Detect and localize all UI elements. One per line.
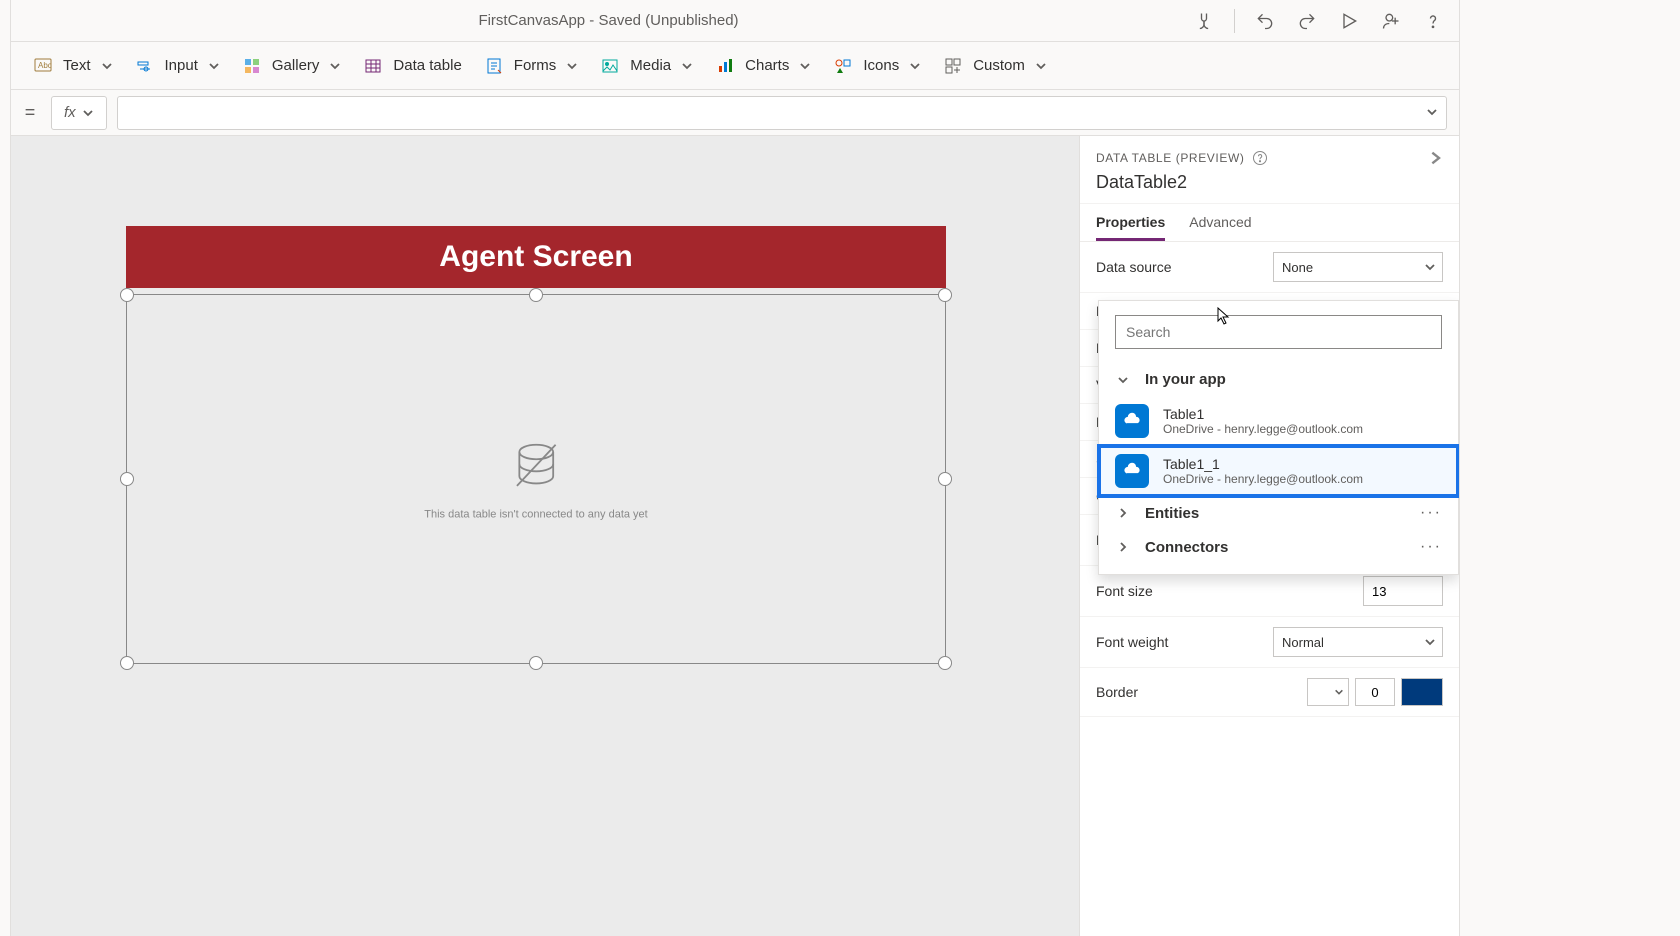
share-icon[interactable] bbox=[1379, 9, 1403, 33]
forms-icon bbox=[484, 56, 504, 76]
title-bar: FirstCanvasApp - Saved (Unpublished) bbox=[11, 0, 1459, 42]
datatable-icon bbox=[363, 56, 383, 76]
gallery-icon bbox=[242, 56, 262, 76]
empty-message: This data table isn't connected to any d… bbox=[424, 509, 647, 521]
ribbon-input[interactable]: Input bbox=[135, 56, 220, 76]
resize-handle[interactable] bbox=[120, 288, 134, 302]
border-width-input[interactable] bbox=[1355, 678, 1395, 706]
collapse-props-icon[interactable] bbox=[1427, 150, 1443, 166]
data-source-flyout: In your app Table1 OneDrive - henry.legg… bbox=[1098, 300, 1459, 575]
data-source-select[interactable]: None bbox=[1273, 252, 1443, 282]
resize-handle[interactable] bbox=[120, 656, 134, 670]
datasource-item-table1[interactable]: Table1 OneDrive - henry.legge@outlook.co… bbox=[1099, 396, 1458, 446]
ribbon-gallery-label: Gallery bbox=[272, 57, 320, 74]
properties-pane: DATA TABLE (PREVIEW) DataTable2 Properti… bbox=[1079, 136, 1459, 936]
media-icon bbox=[600, 56, 620, 76]
ribbon-forms[interactable]: Forms bbox=[484, 56, 579, 76]
ribbon-charts-label: Charts bbox=[745, 57, 789, 74]
font-size-input[interactable] bbox=[1363, 576, 1443, 606]
more-icon[interactable]: ··· bbox=[1420, 538, 1442, 556]
canvas-area[interactable]: Agent Screen This data table isn't conne… bbox=[11, 136, 1079, 936]
ribbon-media[interactable]: Media bbox=[600, 56, 693, 76]
resize-handle[interactable] bbox=[938, 656, 952, 670]
section-entities[interactable]: Entities ··· bbox=[1099, 496, 1458, 530]
tab-advanced[interactable]: Advanced bbox=[1189, 204, 1251, 241]
resize-handle[interactable] bbox=[120, 472, 134, 486]
insert-ribbon: Abc Text Input Gallery Data table Forms … bbox=[11, 42, 1459, 90]
ribbon-input-label: Input bbox=[165, 57, 198, 74]
prop-font-weight: Font weight Normal bbox=[1080, 617, 1459, 668]
redo-icon[interactable] bbox=[1295, 9, 1319, 33]
more-icon[interactable]: ··· bbox=[1420, 504, 1442, 522]
input-icon bbox=[135, 56, 155, 76]
ribbon-forms-label: Forms bbox=[514, 57, 557, 74]
expand-formula-icon[interactable] bbox=[1426, 105, 1438, 121]
onedrive-icon bbox=[1115, 454, 1149, 488]
resize-handle[interactable] bbox=[938, 288, 952, 302]
play-icon[interactable] bbox=[1337, 9, 1361, 33]
formula-bar: = fx bbox=[11, 90, 1459, 136]
ribbon-media-label: Media bbox=[630, 57, 671, 74]
tab-properties[interactable]: Properties bbox=[1096, 204, 1165, 241]
ribbon-gallery[interactable]: Gallery bbox=[242, 56, 342, 76]
app-checker-icon[interactable] bbox=[1192, 9, 1216, 33]
svg-text:Abc: Abc bbox=[38, 61, 52, 70]
font-weight-select[interactable]: Normal bbox=[1273, 627, 1443, 657]
ribbon-datatable[interactable]: Data table bbox=[363, 56, 461, 76]
ribbon-text-label: Text bbox=[63, 57, 91, 74]
equals-icon: = bbox=[23, 102, 37, 123]
control-name: DataTable2 bbox=[1096, 172, 1443, 193]
fx-label: fx bbox=[64, 104, 76, 121]
ribbon-icons-label: Icons bbox=[863, 57, 899, 74]
help-icon[interactable] bbox=[1421, 9, 1445, 33]
ribbon-datatable-label: Data table bbox=[393, 57, 461, 74]
section-connectors[interactable]: Connectors ··· bbox=[1099, 530, 1458, 564]
ribbon-charts[interactable]: Charts bbox=[715, 56, 811, 76]
datasource-item-table1-1[interactable]: Table1_1 OneDrive - henry.legge@outlook.… bbox=[1099, 446, 1458, 496]
icons-icon bbox=[833, 56, 853, 76]
charts-icon bbox=[715, 56, 735, 76]
undo-icon[interactable] bbox=[1253, 9, 1277, 33]
ribbon-icons[interactable]: Icons bbox=[833, 56, 921, 76]
border-color-swatch[interactable] bbox=[1401, 678, 1443, 706]
prop-border: Border bbox=[1080, 668, 1459, 717]
screen-header: Agent Screen bbox=[126, 226, 946, 288]
resize-handle[interactable] bbox=[529, 288, 543, 302]
border-style-select[interactable] bbox=[1307, 678, 1349, 706]
custom-icon bbox=[943, 56, 963, 76]
resize-handle[interactable] bbox=[529, 656, 543, 670]
prop-data-source: Data source None bbox=[1080, 242, 1459, 293]
formula-input[interactable] bbox=[117, 96, 1447, 130]
data-table-control[interactable]: This data table isn't connected to any d… bbox=[126, 294, 946, 664]
data-source-value: None bbox=[1282, 260, 1313, 275]
ribbon-text[interactable]: Abc Text bbox=[33, 56, 113, 76]
props-header-label: DATA TABLE (PREVIEW) bbox=[1096, 151, 1244, 165]
ribbon-custom-label: Custom bbox=[973, 57, 1025, 74]
text-icon: Abc bbox=[33, 56, 53, 76]
property-selector[interactable]: fx bbox=[51, 96, 107, 130]
section-in-your-app[interactable]: In your app bbox=[1099, 363, 1458, 396]
ribbon-custom[interactable]: Custom bbox=[943, 56, 1047, 76]
onedrive-icon bbox=[1115, 404, 1149, 438]
search-input[interactable] bbox=[1115, 315, 1442, 349]
help-circle-icon[interactable] bbox=[1252, 150, 1268, 166]
empty-state: This data table isn't connected to any d… bbox=[424, 438, 647, 521]
prop-label: Data source bbox=[1096, 259, 1171, 275]
divider bbox=[1234, 9, 1235, 33]
resize-handle[interactable] bbox=[938, 472, 952, 486]
app-title: FirstCanvasApp - Saved (Unpublished) bbox=[25, 12, 1192, 29]
